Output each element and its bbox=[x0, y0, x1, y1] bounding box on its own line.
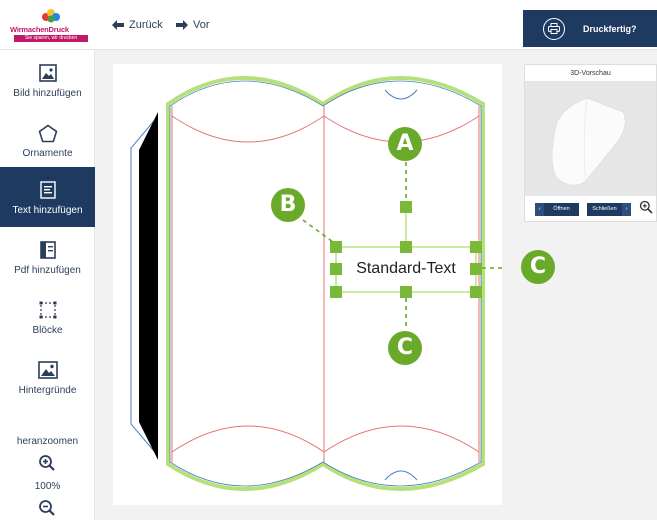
zoom-label: heranzoomen bbox=[16, 436, 79, 447]
logo[interactable]: WirmachenDruck Sie sparen, wir drucken bbox=[10, 8, 92, 44]
preview-open-label: Öffnen bbox=[553, 206, 570, 212]
callout-c-bottom: C bbox=[388, 331, 422, 365]
sidebar-item-ornaments[interactable]: Ornamente bbox=[0, 110, 95, 170]
box-3d-render bbox=[551, 97, 626, 186]
text-icon bbox=[39, 178, 56, 202]
preview-open-button[interactable]: ‹ Öffnen bbox=[535, 203, 579, 216]
3d-preview-panel: 3D-Vorschau ‹ Öffnen Schließen › bbox=[524, 64, 657, 222]
sidebar-item-add-pdf[interactable]: Pdf hinzufügen bbox=[0, 227, 95, 287]
sidebar-item-add-text[interactable]: Text hinzufügen bbox=[0, 167, 95, 227]
preview-title: 3D-Vorschau bbox=[525, 65, 656, 82]
arrow-right-icon bbox=[176, 20, 188, 30]
forward-label: Vor bbox=[193, 19, 210, 31]
back-label: Zurück bbox=[129, 19, 163, 31]
preview-viewport[interactable] bbox=[525, 82, 656, 196]
zoom-in-icon[interactable] bbox=[38, 454, 56, 472]
preview-close-label: Schließen bbox=[592, 206, 617, 212]
sidebar-item-add-image[interactable]: Bild hinzufügen bbox=[0, 50, 95, 110]
design-canvas[interactable]: Standard-Text bbox=[113, 64, 502, 505]
pdf-icon bbox=[39, 238, 56, 262]
callout-b: B bbox=[271, 188, 305, 222]
image-icon bbox=[38, 61, 57, 85]
print-ready-label: Druckfertig? bbox=[583, 23, 637, 34]
forward-button[interactable]: Vor bbox=[176, 15, 210, 35]
sidebar-item-label: Bild hinzufügen bbox=[13, 88, 82, 99]
pillow-box-dieline bbox=[130, 76, 502, 491]
arrow-left-icon bbox=[112, 20, 124, 30]
back-button[interactable]: Zurück bbox=[112, 15, 163, 35]
sidebar-item-label: Blöcke bbox=[32, 325, 63, 336]
top-bar: WirmachenDruck Sie sparen, wir drucken Z… bbox=[0, 0, 657, 50]
sidebar-item-backgrounds[interactable]: Hintergründe bbox=[0, 347, 95, 407]
sidebar-item-label: Ornamente bbox=[22, 148, 73, 159]
background-icon bbox=[37, 358, 58, 382]
sidebar: Bild hinzufügen Ornamente Text hinzufüge… bbox=[0, 50, 95, 520]
zoom-value: 100% bbox=[34, 481, 61, 492]
pentagon-icon bbox=[38, 121, 58, 145]
text-element[interactable]: Standard-Text bbox=[335, 258, 477, 280]
callout-a: A bbox=[388, 127, 422, 161]
logo-brand: WirmachenDruck bbox=[10, 25, 69, 34]
chevron-right-icon: › bbox=[622, 203, 631, 216]
sidebar-item-label: Hintergründe bbox=[18, 385, 77, 396]
block-icon bbox=[39, 298, 57, 322]
logo-tagline: Sie sparen, wir drucken bbox=[14, 35, 88, 42]
printer-icon bbox=[543, 17, 565, 40]
callout-c-right: C bbox=[521, 250, 555, 284]
sidebar-item-label: Pdf hinzufügen bbox=[14, 265, 81, 276]
zoom-in-icon[interactable] bbox=[639, 200, 653, 214]
chevron-left-icon: ‹ bbox=[535, 203, 544, 216]
preview-close-button[interactable]: Schließen › bbox=[587, 203, 631, 216]
sidebar-item-label: Text hinzufügen bbox=[12, 205, 83, 216]
sidebar-item-blocks[interactable]: Blöcke bbox=[0, 287, 95, 347]
logo-mark-icon bbox=[42, 9, 60, 23]
print-ready-button[interactable]: Druckfertig? bbox=[523, 10, 657, 47]
zoom-out-icon[interactable] bbox=[38, 499, 56, 517]
